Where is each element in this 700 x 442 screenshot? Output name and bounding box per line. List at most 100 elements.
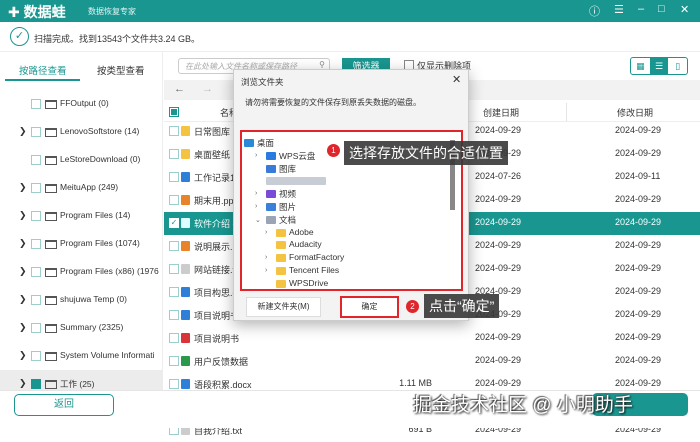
detail-view-icon[interactable]: ▯ [668, 58, 687, 74]
pdf-icon [181, 333, 190, 343]
modified-date: 2024-09-29 [615, 148, 662, 158]
tree-item[interactable]: ❯ shujuwa Temp (0) [0, 286, 163, 314]
dialog-close-icon[interactable]: ✕ [452, 73, 461, 86]
chevron-right-icon[interactable]: ❯ [19, 378, 27, 389]
help-icon[interactable]: ⓘ [589, 3, 600, 19]
chevron-right-icon[interactable]: › [255, 190, 257, 197]
chevron-right-icon[interactable]: ❯ [19, 210, 27, 221]
checkbox[interactable] [31, 155, 41, 165]
chevron-right-icon[interactable]: › [265, 267, 267, 274]
tree-item[interactable]: ❯ Program Files (14) [0, 202, 163, 230]
chevron-right-icon[interactable]: › [255, 152, 257, 159]
row-checkbox[interactable] [169, 264, 179, 274]
row-checkbox[interactable] [169, 241, 179, 251]
chevron-right-icon[interactable]: ❯ [19, 266, 27, 277]
folder-icon [45, 240, 57, 249]
tree-item[interactable]: ❯ MeituApp (249) [0, 174, 163, 202]
tree-item-label: MeituApp (249) [60, 182, 119, 192]
created-date: 2024-09-29 [475, 263, 522, 273]
row-checkbox[interactable] [169, 195, 179, 205]
tree-item[interactable]: ❯ Program Files (x86) (1976 [0, 258, 163, 286]
modified-date: 2024-09-29 [615, 332, 662, 342]
menu-icon[interactable]: ☰ [614, 3, 624, 16]
chevron-right-icon[interactable]: › [265, 229, 267, 236]
chevron-right-icon[interactable]: ❯ [19, 182, 27, 193]
chevron-right-icon[interactable]: ❯ [19, 350, 27, 361]
col-created[interactable]: 创建日期 [483, 106, 519, 119]
annotation-badge-2: 2 [406, 300, 419, 313]
row-checkbox[interactable] [169, 172, 179, 182]
grid-view-icon[interactable]: ▦ [631, 58, 650, 74]
row-checkbox[interactable] [169, 287, 179, 297]
checkbox[interactable] [31, 295, 41, 305]
checkbox[interactable] [31, 323, 41, 333]
folder-icon [276, 279, 286, 288]
row-checkbox[interactable] [169, 126, 179, 136]
chevron-right-icon[interactable]: › [265, 254, 267, 261]
tree-item[interactable]: LeStoreDownload (0) [0, 146, 163, 174]
col-modified[interactable]: 修改日期 [617, 106, 653, 119]
checkbox[interactable] [31, 379, 41, 389]
folder-icon [45, 380, 57, 389]
gallery-icon [266, 164, 276, 173]
txt-icon [181, 218, 190, 228]
tree-item[interactable]: FFOutput (0) [0, 90, 163, 118]
back-button[interactable]: 返回 [14, 394, 114, 416]
checkbox[interactable] [31, 267, 41, 277]
tree-item-label: Program Files (14) [60, 210, 131, 220]
column-divider [566, 103, 567, 121]
row-checkbox[interactable] [169, 333, 179, 343]
tree-item[interactable]: ❯ LenovoSoftstore (14) [0, 118, 163, 146]
chevron-right-icon[interactable]: ❯ [19, 322, 27, 333]
ok-button[interactable]: 确定 [340, 296, 399, 318]
tree-item[interactable]: ❯ System Volume Informati [0, 342, 163, 370]
minimize-icon[interactable]: – [638, 3, 644, 15]
chevron-right-icon[interactable]: ❯ [19, 126, 27, 137]
modified-date: 2024-09-29 [615, 240, 662, 250]
checkbox[interactable] [31, 99, 41, 109]
checkbox[interactable] [31, 239, 41, 249]
row-checkbox[interactable] [169, 149, 179, 159]
folder-icon [276, 267, 286, 275]
tree-item-label: System Volume Informati [60, 350, 155, 360]
checkbox[interactable] [31, 351, 41, 361]
dialog-message: 请勿将需要恢复的文件保存到原丢失数据的磁盘。 [245, 98, 421, 107]
chevron-down-icon[interactable]: ⌄ [255, 216, 261, 224]
file-name: 软件介绍 - [194, 219, 236, 229]
checkbox[interactable] [31, 183, 41, 193]
tree-item-label: Program Files (x86) (1976 [60, 266, 159, 276]
chevron-right-icon[interactable]: ❯ [19, 238, 27, 249]
table-row[interactable]: 项目说明书 2024-09-29 2024-09-29 [164, 327, 700, 350]
tree-item[interactable]: ❯ Summary (2325) [0, 314, 163, 342]
row-checkbox[interactable] [169, 379, 179, 389]
tree-item-label: LenovoSoftstore (14) [60, 126, 140, 136]
doc-icon [181, 379, 190, 389]
row-checkbox[interactable] [169, 356, 179, 366]
modified-date: 2024-09-11 [615, 171, 661, 181]
checkbox[interactable] [31, 127, 41, 137]
select-all-checkbox[interactable] [169, 107, 179, 117]
folder-icon [45, 156, 57, 165]
new-folder-button[interactable]: 新建文件夹(M) [246, 297, 321, 317]
table-row[interactable]: 用户反馈数据 2024-09-29 2024-09-29 [164, 350, 700, 373]
created-date: 2024-09-29 [475, 332, 522, 342]
tree-item[interactable]: ❯ Program Files (1074) [0, 230, 163, 258]
tab-by-type[interactable]: 按类型查看 [97, 63, 145, 77]
row-checkbox[interactable]: ✓ [169, 218, 179, 228]
file-name: 日常图库 [194, 127, 231, 137]
file-name: 桌面壁纸 [194, 150, 231, 160]
maximize-icon[interactable]: □ [658, 3, 665, 15]
row-checkbox[interactable] [169, 310, 179, 320]
folder-tree-label: Adobe [289, 226, 314, 237]
annotation-tip-2: 点击“确定” [424, 294, 500, 318]
close-icon[interactable]: ✕ [680, 3, 689, 16]
chevron-right-icon[interactable]: › [255, 203, 257, 210]
xls-icon [181, 356, 190, 366]
chevron-right-icon[interactable]: ❯ [19, 294, 27, 305]
created-date: 2024-07-26 [475, 171, 522, 181]
list-view-icon[interactable]: ☰ [649, 58, 669, 74]
checkbox[interactable] [31, 211, 41, 221]
tab-by-path[interactable]: 按路径查看 [19, 63, 67, 77]
forward-arrow-icon[interactable]: → [202, 83, 213, 95]
back-arrow-icon[interactable]: ← [174, 83, 185, 95]
